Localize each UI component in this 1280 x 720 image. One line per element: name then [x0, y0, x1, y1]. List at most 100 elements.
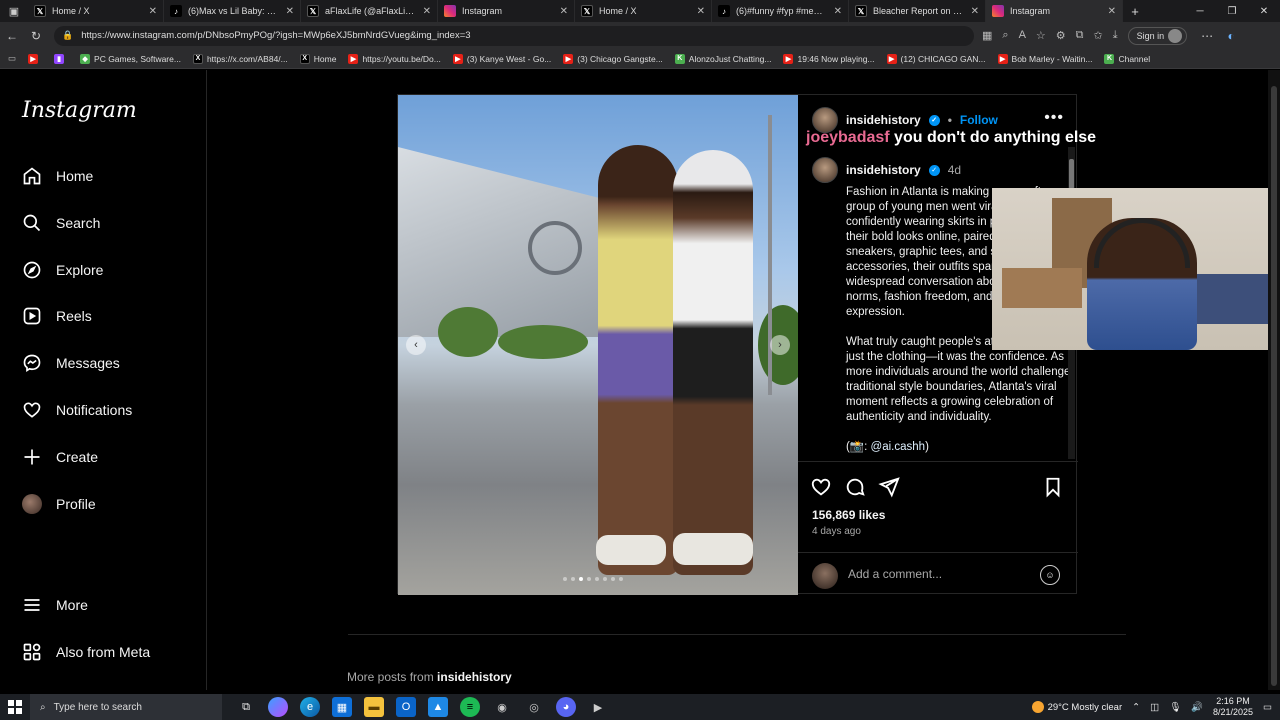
- like-heart-icon[interactable]: [810, 476, 832, 498]
- bookmark-item[interactable]: ▶ (3) Chicago Gangste...: [563, 53, 663, 64]
- browser-tab[interactable]: 𝕏 aFlaxLife (@aFlaxLife) / X ✕: [301, 0, 438, 22]
- nav-profile[interactable]: Profile: [22, 494, 96, 514]
- outlook-icon[interactable]: O: [396, 697, 416, 717]
- discord-icon[interactable]: ◕: [556, 697, 576, 717]
- taskbar-search[interactable]: ⌕ Type here to search: [30, 694, 222, 720]
- app-icon[interactable]: ▶: [588, 697, 608, 717]
- next-image-button[interactable]: ›: [770, 335, 790, 355]
- browser-tab[interactable]: ♪ (6)#funny #fyp #meme | ci ✕: [712, 0, 849, 22]
- obs-icon[interactable]: ◉: [492, 697, 512, 717]
- like-count[interactable]: 156,869 likes: [812, 508, 885, 522]
- bookmark-folder-icon[interactable]: ▭: [8, 53, 16, 64]
- browser-tab[interactable]: 𝕏 Bleacher Report on X: "Me ✕: [849, 0, 986, 22]
- nav-also-from-meta[interactable]: Also from Meta: [22, 642, 150, 662]
- favorites-icon[interactable]: ✩: [1094, 29, 1103, 42]
- nav-home[interactable]: Home: [22, 166, 93, 186]
- zoom-icon[interactable]: ⌕: [1002, 29, 1008, 42]
- bookmark-item[interactable]: ▶ Bob Marley - Waitin...: [997, 53, 1092, 64]
- microphone-icon[interactable]: 🎙: [1169, 702, 1181, 713]
- close-tab-icon[interactable]: ✕: [149, 6, 157, 17]
- bookmark-item[interactable]: ▶ (3) Kanye West - Go...: [452, 53, 551, 64]
- post-photo[interactable]: ‹ ›: [398, 95, 798, 595]
- bookmark-item[interactable]: ▶ (12) CHICAGO GAN...: [886, 53, 986, 64]
- nav-explore[interactable]: Explore: [22, 260, 103, 280]
- store-icon[interactable]: ▦: [332, 697, 352, 717]
- browser-tab-active[interactable]: Instagram ✕: [986, 0, 1123, 22]
- nav-reels[interactable]: Reels: [22, 306, 92, 326]
- notification-center-icon[interactable]: ▭: [1263, 702, 1272, 713]
- bookmark-item[interactable]: ▶ 19:46 Now playing...: [783, 53, 875, 64]
- close-window-icon[interactable]: ✕: [1248, 6, 1280, 17]
- bookmark-item[interactable]: ▶ https://youtu.be/Do...: [348, 53, 441, 64]
- bookmark-save-icon[interactable]: [1042, 476, 1064, 498]
- caption-avatar[interactable]: [812, 157, 838, 183]
- nav-create[interactable]: Create: [22, 447, 98, 467]
- spotify-icon[interactable]: ≡: [460, 697, 480, 717]
- close-tab-icon[interactable]: ✕: [286, 6, 294, 17]
- new-tab-button[interactable]: +: [1123, 0, 1147, 22]
- downloads-icon[interactable]: ⤓: [1113, 29, 1118, 42]
- restore-icon[interactable]: ❐: [1216, 6, 1248, 17]
- nav-more[interactable]: More: [22, 595, 88, 615]
- extensions-icon[interactable]: ⚙: [1056, 29, 1066, 42]
- emoji-icon[interactable]: ☺: [1040, 565, 1060, 585]
- nav-search[interactable]: Search: [22, 213, 100, 233]
- bookmark-item[interactable]: X Home: [299, 53, 336, 64]
- browser-tab[interactable]: 𝕏 Home / X ✕: [28, 0, 164, 22]
- close-tab-icon[interactable]: ✕: [697, 6, 705, 17]
- sign-in-button[interactable]: Sign in: [1127, 26, 1188, 45]
- page-scrollbar[interactable]: [1268, 70, 1280, 690]
- edge-icon[interactable]: e: [300, 697, 320, 717]
- tab-actions-icon[interactable]: ▣: [0, 0, 28, 22]
- follow-button[interactable]: Follow: [960, 113, 998, 127]
- previous-image-button[interactable]: ‹: [406, 335, 426, 355]
- copilot-icon[interactable]: [268, 697, 288, 717]
- close-tab-icon[interactable]: ✕: [1108, 6, 1116, 17]
- read-aloud-icon[interactable]: A: [1019, 29, 1026, 42]
- credit-mention-link[interactable]: @ai.cashh: [871, 441, 926, 453]
- volume-icon[interactable]: 🔊: [1191, 702, 1203, 713]
- taskbar-clock[interactable]: 2:16 PM 8/21/2025: [1213, 696, 1253, 718]
- comment-icon[interactable]: [844, 476, 866, 498]
- close-tab-icon[interactable]: ✕: [834, 6, 842, 17]
- comment-input[interactable]: Add a comment...: [848, 567, 942, 581]
- task-view-icon[interactable]: ⧉: [236, 697, 256, 717]
- author-username[interactable]: insidehistory: [846, 113, 921, 127]
- more-posts-username[interactable]: insidehistory: [437, 670, 512, 684]
- bookmark-item[interactable]: K Channel: [1104, 53, 1150, 64]
- favorite-star-icon[interactable]: ☆: [1036, 29, 1046, 42]
- bookmark-item[interactable]: ▶: [28, 53, 42, 64]
- back-icon[interactable]: ←: [0, 29, 24, 43]
- windows-start-icon[interactable]: [0, 700, 30, 714]
- more-options-icon[interactable]: •••: [1044, 109, 1064, 127]
- scrollbar-thumb[interactable]: [1271, 86, 1277, 686]
- photos-icon[interactable]: ▲: [428, 697, 448, 717]
- close-tab-icon[interactable]: ✕: [423, 6, 431, 17]
- close-tab-icon[interactable]: ✕: [560, 6, 568, 17]
- network-icon[interactable]: ◫: [1150, 702, 1159, 713]
- copilot-icon[interactable]: ◐: [1219, 29, 1243, 43]
- close-tab-icon[interactable]: ✕: [971, 6, 979, 17]
- chevron-up-icon[interactable]: ⌃: [1132, 702, 1140, 713]
- browser-tab[interactable]: Instagram ✕: [438, 0, 575, 22]
- caption-username[interactable]: insidehistory: [846, 163, 921, 177]
- url-field[interactable]: 🔒 https://www.instagram.com/p/DNbsoPmyPO…: [54, 25, 974, 46]
- weather-widget[interactable]: 29°C Mostly clear: [1031, 701, 1122, 713]
- nav-notifications[interactable]: Notifications: [22, 400, 132, 420]
- file-explorer-icon[interactable]: ▬: [364, 697, 384, 717]
- nav-messages[interactable]: Messages: [22, 353, 120, 373]
- scrollbar-thumb[interactable]: [1069, 159, 1074, 189]
- browser-tab[interactable]: ♪ (6)Max vs Lil Baby: The $50 ✕: [164, 0, 301, 22]
- bookmark-item[interactable]: K AlonzoJust Chatting...: [674, 53, 771, 64]
- bookmark-item[interactable]: Xhttps://x.com/AB84/...: [192, 53, 288, 64]
- bookmark-item[interactable]: ◆ PC Games, Software...: [80, 53, 181, 64]
- bookmark-item[interactable]: ▮: [54, 53, 68, 64]
- split-screen-icon[interactable]: ⧉: [1076, 29, 1084, 42]
- browser-tab[interactable]: 𝕏 Home / X ✕: [575, 0, 712, 22]
- steam-icon[interactable]: ◎: [524, 697, 544, 717]
- settings-more-icon[interactable]: ⋯: [1195, 29, 1219, 43]
- share-icon[interactable]: [878, 476, 900, 498]
- app-icon[interactable]: ▦: [982, 29, 992, 42]
- instagram-logo[interactable]: Instagram: [22, 98, 137, 123]
- minimize-icon[interactable]: ─: [1184, 6, 1216, 17]
